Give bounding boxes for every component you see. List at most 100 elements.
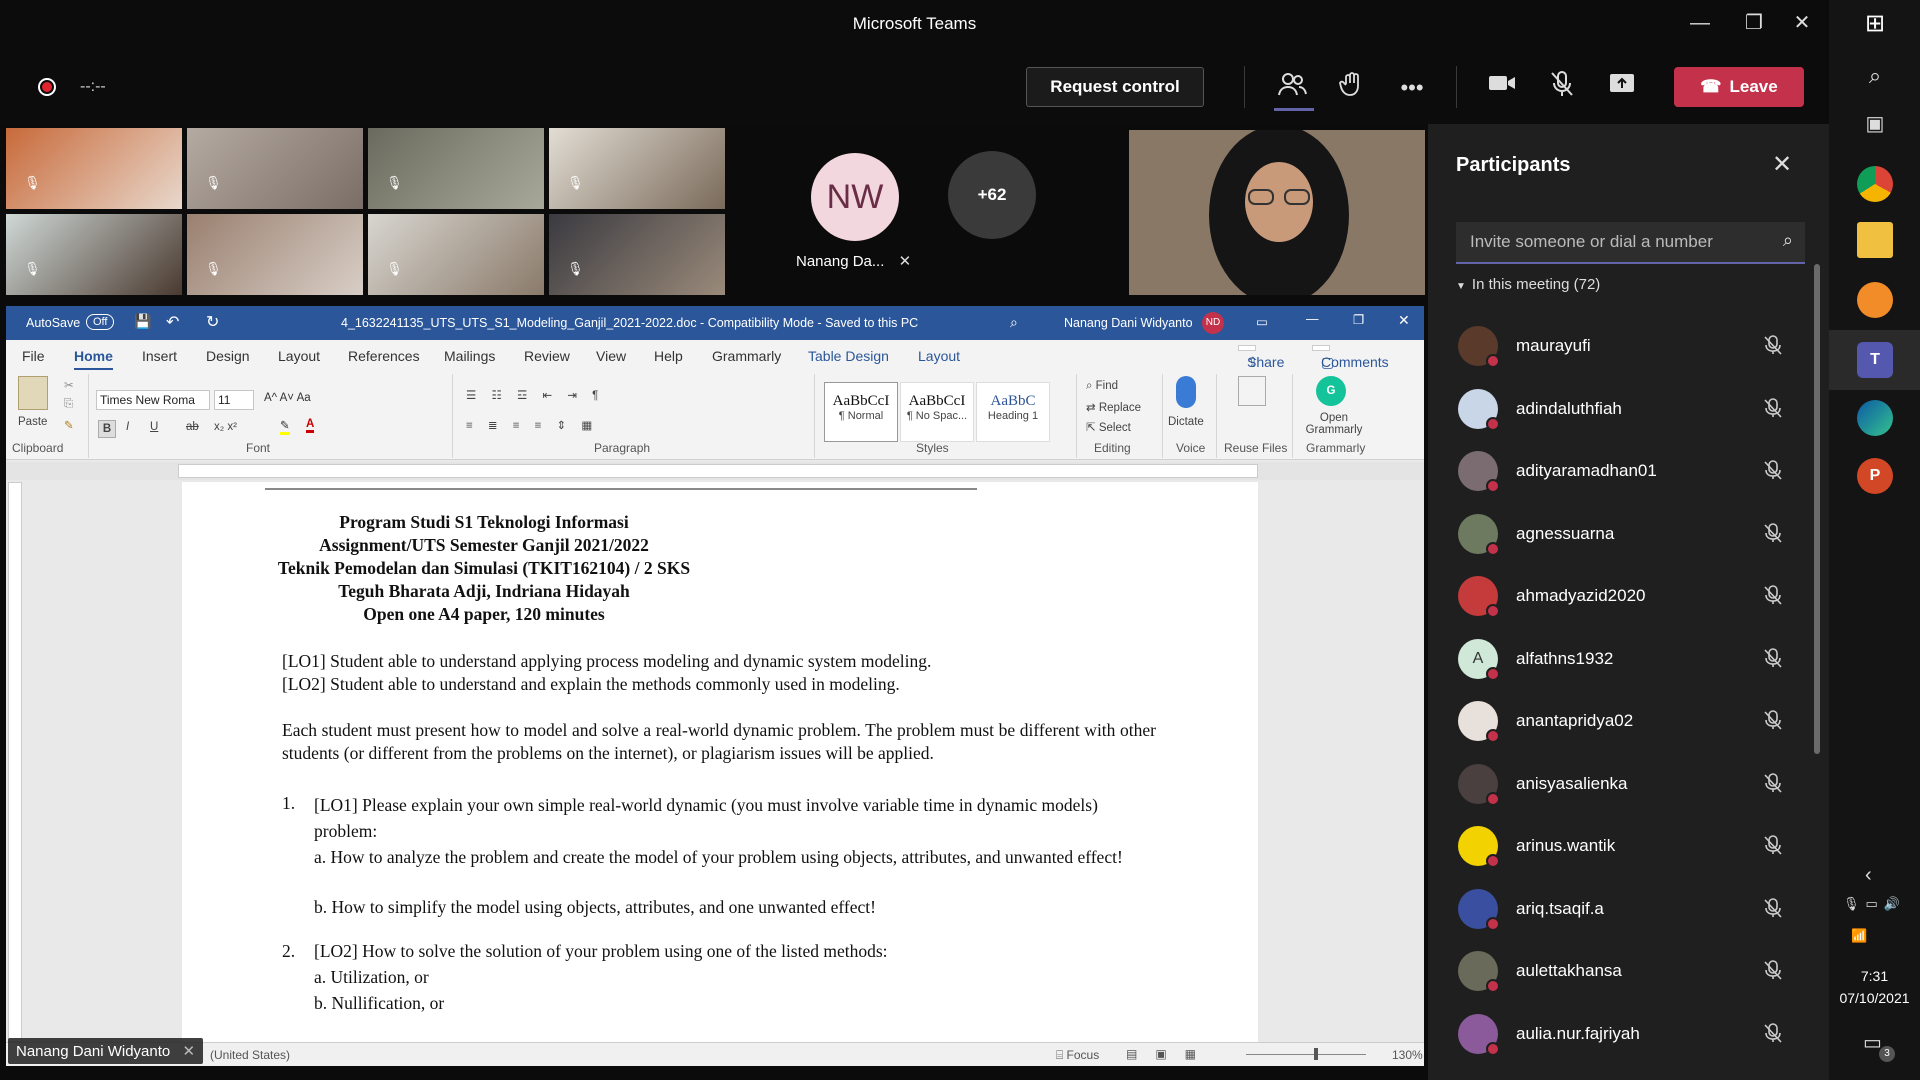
font-name-select[interactable]: Times New Roma: [96, 390, 210, 410]
restore-icon[interactable]: ❐: [1353, 312, 1364, 327]
tab-view[interactable]: View: [596, 348, 626, 364]
video-tile[interactable]: 🎙: [549, 214, 725, 295]
participant-row[interactable]: arinus.wantik: [1428, 814, 1818, 877]
tab-design[interactable]: Design: [206, 348, 250, 364]
close-icon[interactable]: ✕: [1772, 150, 1792, 179]
tab-file[interactable]: File: [22, 348, 45, 364]
share-screen-icon[interactable]: [1604, 70, 1640, 106]
zoom-slider[interactable]: [1246, 1054, 1366, 1055]
speaker-video-tile[interactable]: [1129, 130, 1425, 295]
language-status[interactable]: (United States): [210, 1048, 290, 1062]
windows-start-icon[interactable]: ⊞: [1857, 6, 1893, 42]
participant-row[interactable]: aulettakhansa: [1428, 939, 1818, 1002]
tab-layout[interactable]: Layout: [278, 348, 320, 364]
participant-row[interactable]: anisyasalienka: [1428, 752, 1818, 815]
video-tile[interactable]: 🎙: [187, 214, 363, 295]
participant-row[interactable]: agnessuarna: [1428, 502, 1818, 565]
strikethrough-icon[interactable]: ab: [186, 421, 199, 433]
bold-icon[interactable]: B: [98, 420, 116, 438]
font-color-icon[interactable]: A: [306, 418, 315, 433]
task-view-icon[interactable]: ▣: [1857, 106, 1893, 142]
participant-row[interactable]: ariq.tsaqif.a: [1428, 877, 1818, 940]
mic-muted-icon[interactable]: [1762, 459, 1784, 481]
autosave-toggle[interactable]: Off: [86, 314, 115, 330]
mic-muted-icon[interactable]: [1762, 647, 1784, 669]
app-icon[interactable]: [1857, 282, 1893, 318]
more-actions-icon[interactable]: •••: [1394, 70, 1430, 106]
mic-muted-icon[interactable]: [1762, 334, 1784, 356]
raise-hand-icon[interactable]: [1334, 70, 1370, 106]
mic-muted-icon[interactable]: [1544, 70, 1580, 106]
highlight-icon[interactable]: ✎: [280, 418, 290, 435]
network-icon[interactable]: 📶: [1851, 928, 1873, 944]
view-mode-icons[interactable]: ▤▣▦: [1126, 1047, 1214, 1061]
tab-table-design[interactable]: Table Design: [808, 348, 889, 364]
participant-row[interactable]: maurayufi: [1428, 314, 1818, 377]
document-page[interactable]: Program Studi S1 Teknologi Informasi Ass…: [182, 482, 1258, 1042]
focus-button[interactable]: ⌸ Focus: [1056, 1048, 1099, 1063]
mic-muted-icon[interactable]: [1762, 834, 1784, 856]
camera-icon[interactable]: [1484, 70, 1520, 106]
participant-row[interactable]: adityaramadhan01: [1428, 439, 1818, 502]
tab-references[interactable]: References: [348, 348, 420, 364]
clock-time[interactable]: 7:31: [1829, 968, 1920, 984]
close-icon[interactable]: ✕: [1782, 8, 1822, 38]
participants-scrollbar[interactable]: [1814, 264, 1820, 754]
alignment-icons[interactable]: ≡ ≣ ≡ ≡ ⇕ ▦: [466, 418, 598, 432]
teams-icon[interactable]: T: [1857, 342, 1893, 378]
minimize-icon[interactable]: —: [1306, 312, 1319, 326]
copy-icon[interactable]: ⎘: [64, 398, 73, 411]
mic-muted-icon[interactable]: [1762, 959, 1784, 981]
search-icon[interactable]: ⌕: [1010, 314, 1018, 331]
edge-icon[interactable]: [1857, 400, 1893, 436]
select-button[interactable]: ⇱ Select: [1086, 420, 1131, 434]
comments-button[interactable]: ▢ Comments: [1312, 345, 1389, 370]
tab-insert[interactable]: Insert: [142, 348, 177, 364]
powerpoint-icon[interactable]: P: [1857, 458, 1893, 494]
subscript-icon[interactable]: x₂ x²: [214, 421, 237, 433]
share-button[interactable]: ⇪ Share: [1238, 345, 1284, 370]
redo-icon[interactable]: ↻: [206, 312, 219, 332]
video-tile[interactable]: 🎙: [368, 214, 544, 295]
tab-review[interactable]: Review: [524, 348, 570, 364]
tab-grammarly[interactable]: Grammarly: [712, 348, 781, 364]
participant-row[interactable]: Aalfathns1932: [1428, 627, 1818, 690]
ribbon-display-icon[interactable]: ▭: [1256, 314, 1268, 329]
format-painter-icon[interactable]: ✎: [64, 418, 74, 432]
paste-icon[interactable]: [18, 376, 48, 410]
chrome-icon[interactable]: [1857, 166, 1893, 202]
request-control-button[interactable]: Request control: [1026, 67, 1204, 107]
system-tray-icons[interactable]: 🎙▭🔊: [1843, 896, 1906, 912]
tab-help[interactable]: Help: [654, 348, 683, 364]
undo-icon[interactable]: ↶: [166, 312, 179, 332]
mic-muted-icon[interactable]: [1762, 522, 1784, 544]
mic-muted-icon[interactable]: [1762, 897, 1784, 919]
more-participants-badge[interactable]: +62: [948, 151, 1036, 239]
leave-button[interactable]: ☎ Leave: [1674, 67, 1804, 107]
style-heading-1[interactable]: AaBbC Heading 1: [976, 382, 1050, 442]
search-icon[interactable]: ⌕: [1857, 58, 1893, 94]
replace-button[interactable]: ⇄ Replace: [1086, 400, 1141, 414]
chevron-left-icon[interactable]: ‹: [1865, 864, 1872, 887]
search-icon[interactable]: ⌕: [1783, 230, 1793, 251]
mic-muted-icon[interactable]: [1762, 772, 1784, 794]
microphone-icon[interactable]: [1176, 376, 1196, 408]
mic-muted-icon[interactable]: [1762, 397, 1784, 419]
open-grammarly-label[interactable]: Open Grammarly: [1304, 412, 1364, 436]
participant-row[interactable]: adindaluthfiah: [1428, 377, 1818, 440]
style-no-spacing[interactable]: AaBbCcI ¶ No Spac...: [900, 382, 974, 442]
tab-table-layout[interactable]: Layout: [918, 348, 960, 364]
mic-muted-icon[interactable]: [1762, 709, 1784, 731]
in-meeting-header[interactable]: ▼ In this meeting (72): [1456, 276, 1600, 293]
minimize-icon[interactable]: —: [1680, 8, 1720, 38]
list-icons[interactable]: ☰ ☷ ☲ ⇤ ⇥ ¶: [466, 388, 604, 402]
grammarly-icon[interactable]: G: [1316, 376, 1346, 406]
show-participants-icon[interactable]: [1274, 70, 1310, 106]
save-icon[interactable]: 💾: [134, 313, 151, 330]
restore-icon[interactable]: ❐: [1734, 8, 1774, 38]
invite-search-input[interactable]: Invite someone or dial a number ⌕: [1456, 222, 1805, 264]
participant-row[interactable]: anantapridya02: [1428, 689, 1818, 752]
zoom-slider-thumb[interactable]: [1314, 1048, 1318, 1060]
paste-label[interactable]: Paste: [18, 416, 47, 428]
zoom-level[interactable]: 130%: [1392, 1048, 1423, 1062]
